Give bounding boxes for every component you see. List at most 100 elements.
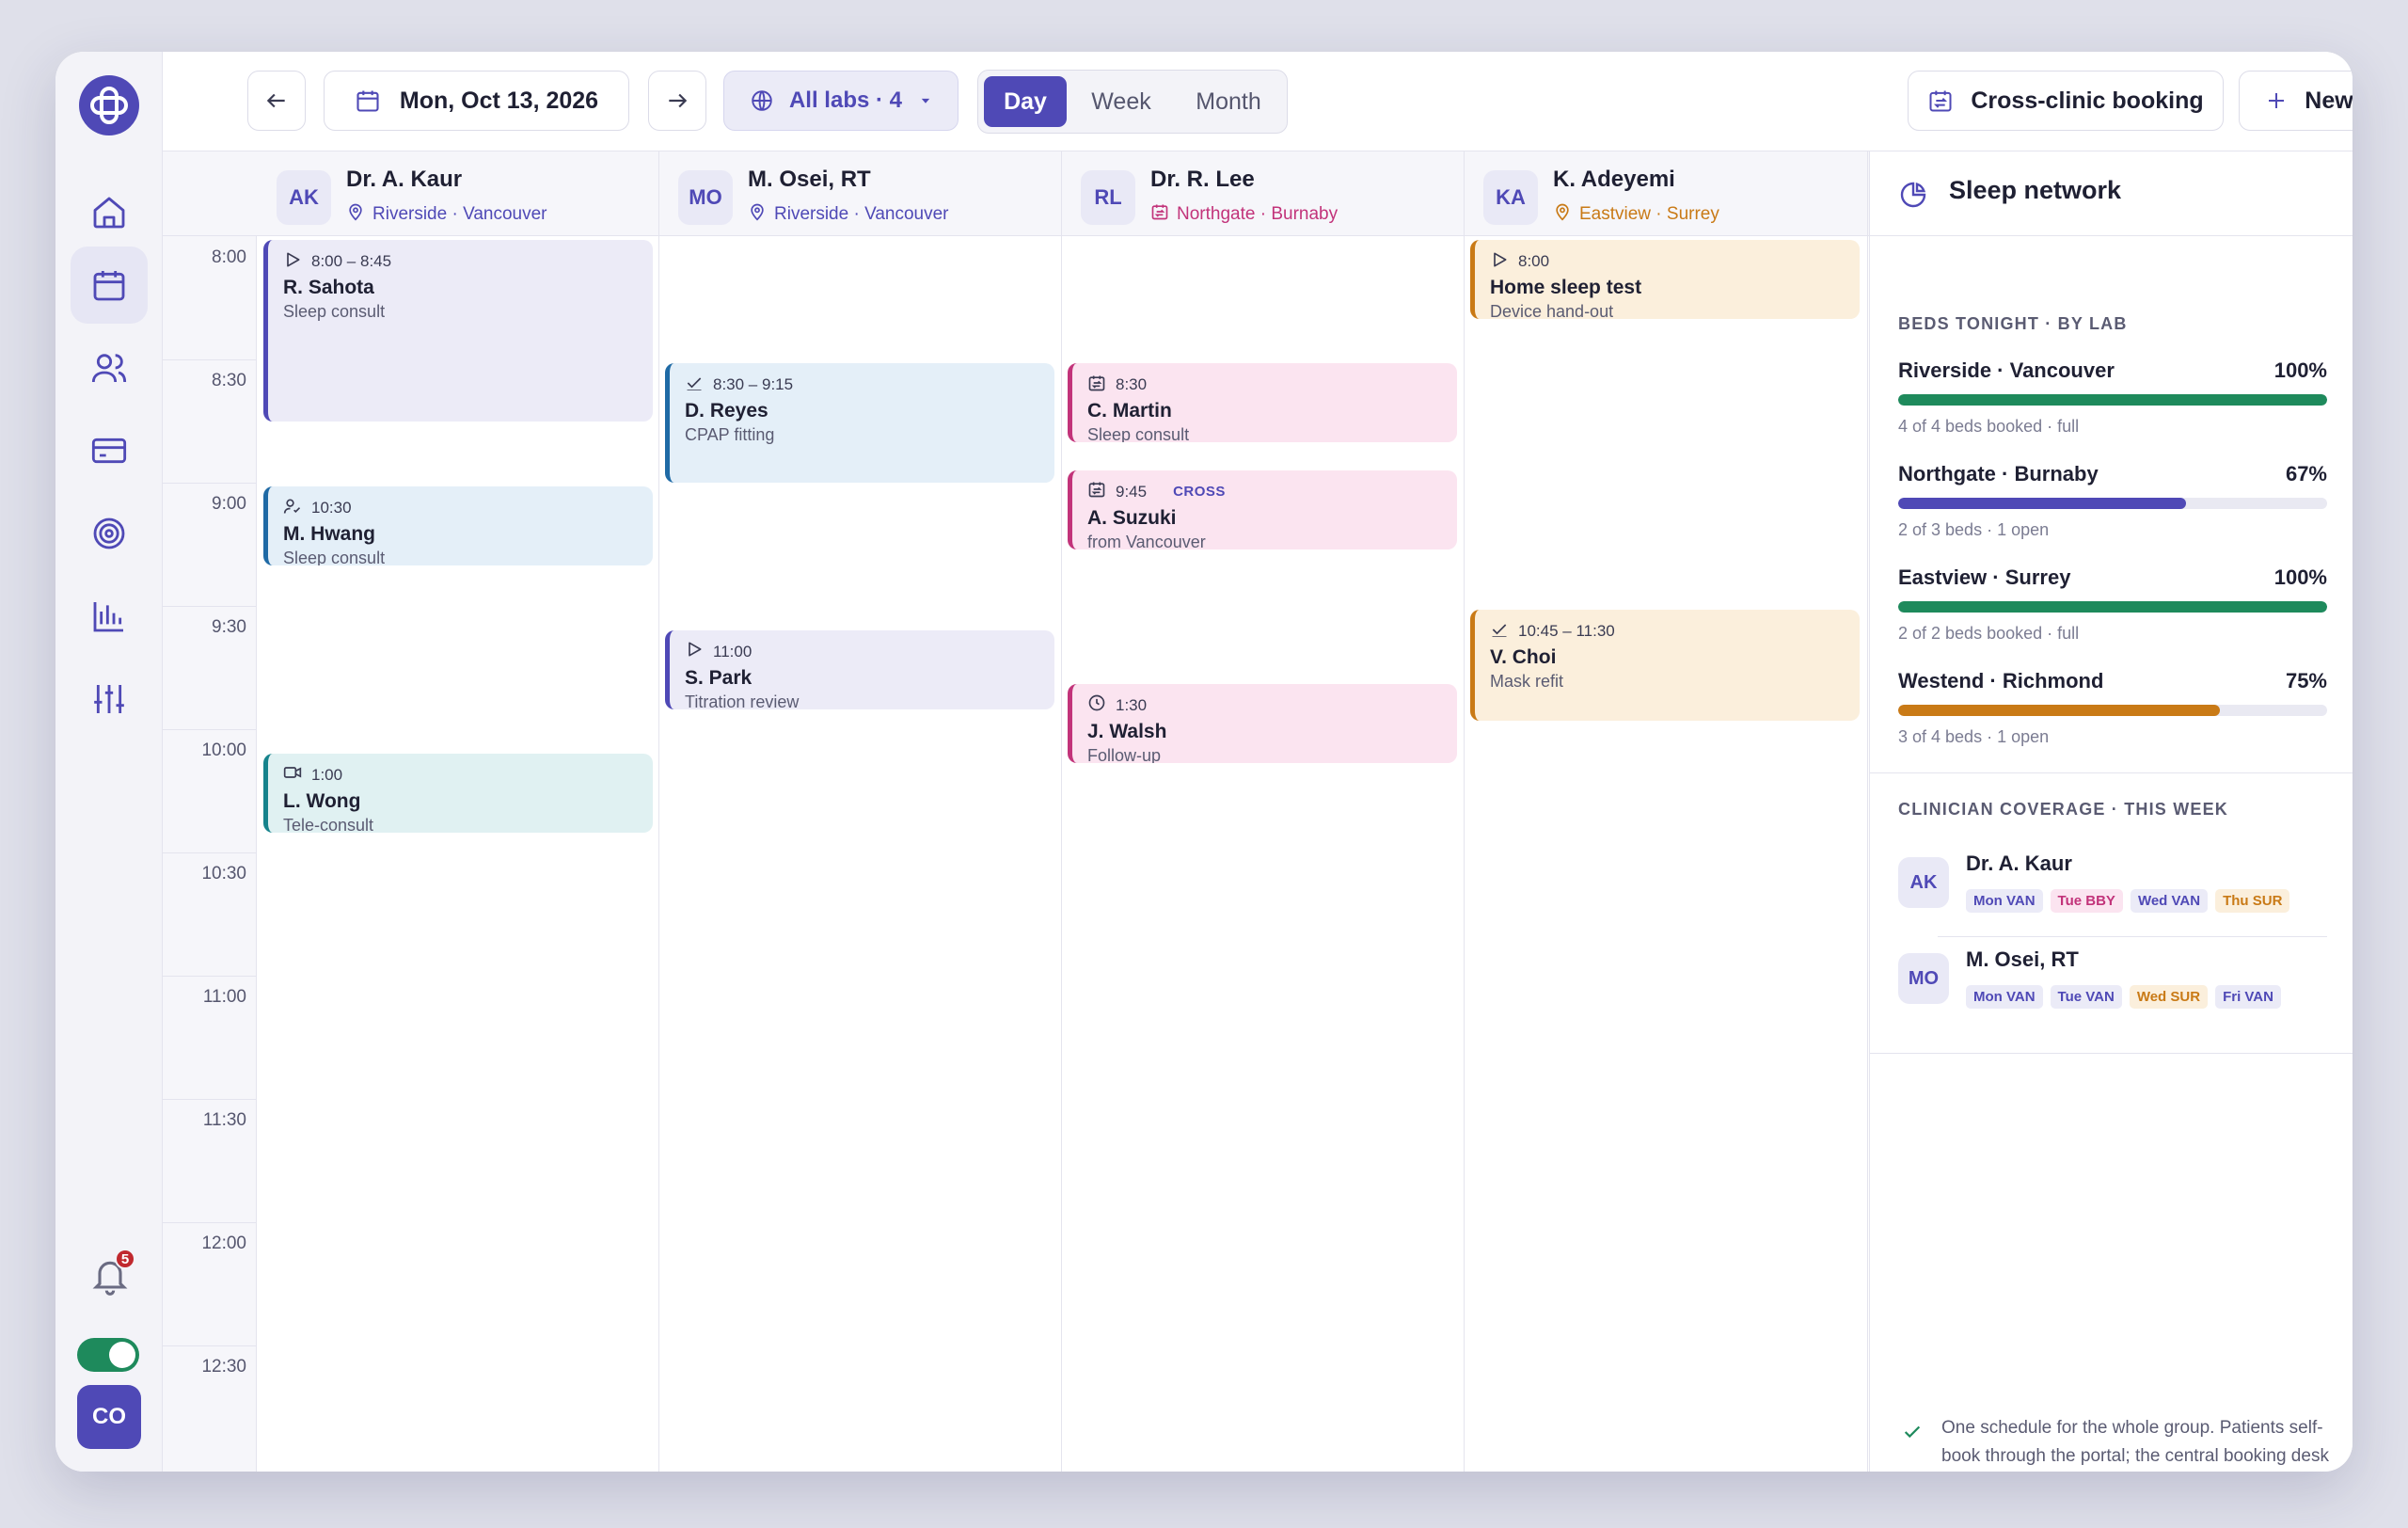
app-logo[interactable]	[79, 75, 139, 135]
app-window: 5 CO Mon, Oct 13, 2026 All labs · 4 Day …	[55, 52, 2353, 1472]
appointment-time: 8:30	[1087, 374, 1457, 395]
coverage-day-chip: Mon VAN	[1966, 889, 2043, 913]
patient-name: Home sleep test	[1490, 277, 1642, 298]
labs-filter-dropdown[interactable]: All labs · 4	[723, 71, 958, 131]
clinician-coverage-row[interactable]: MO M. Osei, RT Mon VAN Tue VAN Wed SUR Fri …	[1898, 944, 2327, 1023]
time-gridline	[163, 1345, 257, 1346]
patient-name: M. Hwang	[283, 523, 375, 545]
appointment-card[interactable]: 8:00 Home sleep test Device hand-out	[1470, 240, 1860, 319]
clinician-column-header[interactable]: RL Dr. R. Lee Northgate · Burnaby	[1062, 151, 1463, 236]
top-toolbar: Mon, Oct 13, 2026 All labs · 4 Day Week …	[163, 52, 2353, 151]
arrow-left-icon	[266, 93, 285, 108]
occupancy-bar-fill	[1898, 498, 2186, 509]
play-icon	[1490, 250, 1509, 274]
next-day-button[interactable]	[648, 71, 706, 131]
time-gridline	[163, 606, 257, 607]
current-date-label: Mon, Oct 13, 2026	[399, 87, 599, 114]
clinician-avatar: AK	[277, 170, 331, 225]
view-week-tab[interactable]: Week	[1072, 76, 1170, 127]
coverage-day-chip: Wed VAN	[2130, 889, 2209, 913]
column-divider	[658, 151, 659, 1472]
time-slot-label: 10:00	[201, 740, 246, 760]
view-month-tab[interactable]: Month	[1176, 76, 1281, 127]
clinician-column-header[interactable]: AK Dr. A. Kaur Riverside · Vancouver	[258, 151, 658, 236]
time-gridline	[163, 1099, 257, 1100]
cross-clinic-booking-label: Cross-clinic booking	[1971, 87, 2204, 114]
lab-beds-note: 2 of 3 beds · 1 open	[1898, 520, 2050, 539]
lab-occupancy-row[interactable]: Westend · Richmond 75% 3 of 4 beds · 1 o…	[1898, 669, 2327, 754]
column-divider	[1867, 151, 1868, 1472]
appointment-time-label: 8:00 – 8:45	[311, 252, 392, 270]
nav-billing-card-icon[interactable]	[71, 412, 148, 489]
appointment-time-label: 10:45 – 11:30	[1518, 622, 1615, 640]
prev-day-button[interactable]	[247, 71, 306, 131]
lab-beds-note: 4 of 4 beds booked · full	[1898, 417, 2080, 436]
lab-occupancy-percent: 100%	[2273, 358, 2327, 382]
cross-clinic-tag: CROSS	[1173, 484, 1226, 501]
lab-occupancy-row[interactable]: Riverside · Vancouver 100% 4 of 4 beds b…	[1898, 358, 2327, 443]
clinician-avatar: AK	[1898, 857, 1949, 908]
lab-beds-note: 2 of 2 beds booked · full	[1898, 624, 2080, 643]
time-slot-label: 11:30	[202, 1110, 246, 1130]
clinician-name: Dr. R. Lee	[1150, 167, 1255, 192]
appointment-card[interactable]: 8:00 – 8:45 R. Sahota Sleep consult	[263, 240, 653, 422]
time-slot-label: 9:00	[212, 494, 246, 514]
nav-target-icon[interactable]	[71, 495, 148, 572]
availability-toggle[interactable]	[77, 1338, 139, 1372]
patient-name: S. Park	[685, 666, 752, 689]
pin-icon	[1553, 202, 1572, 227]
time-slot-label: 11:00	[202, 987, 246, 1007]
cross-clinic-booking-button[interactable]: Cross-clinic booking	[1908, 71, 2224, 131]
clinician-coverage-row[interactable]: AK Dr. A. Kaur Mon VAN Tue BBY Wed VAN Thu …	[1898, 848, 2327, 927]
patient-name: A. Suzuki	[1087, 506, 1177, 529]
appointment-card[interactable]: 8:30 – 9:15 D. Reyes CPAP fitting	[665, 363, 1054, 483]
time-slot-label: 8:00	[212, 247, 246, 267]
lab-name: Riverside · Vancouver	[1898, 358, 2115, 382]
sidebar: 5 CO	[55, 52, 163, 1472]
occupancy-bar-fill	[1898, 705, 2220, 716]
beds-section-title: BEDS TONIGHT · BY LAB	[1898, 314, 2128, 333]
pie-chart-icon	[1900, 182, 1926, 208]
time-gridline	[163, 729, 257, 730]
check-icon	[1490, 620, 1509, 644]
lab-beds-note: 3 of 4 beds · 1 open	[1898, 727, 2050, 746]
clinician-location-label: Riverside · Vancouver	[774, 204, 949, 224]
date-picker-button[interactable]: Mon, Oct 13, 2026	[324, 71, 629, 131]
appointment-type: Sleep consult	[283, 302, 386, 321]
appointment-card[interactable]: 9:45 CROSS A. Suzuki from Vancouver	[1068, 470, 1457, 549]
lab-occupancy-row[interactable]: Northgate · Burnaby 67% 2 of 3 beds · 1 …	[1898, 462, 2327, 547]
user-avatar[interactable]: CO	[77, 1385, 141, 1449]
view-switcher: Day Week Month	[977, 70, 1288, 134]
lab-occupancy-row[interactable]: Eastview · Surrey 100% 2 of 2 beds booke…	[1898, 565, 2327, 650]
clinician-location-label: Riverside · Vancouver	[372, 204, 547, 224]
nav-home-icon[interactable]	[71, 174, 148, 251]
caret-down-icon	[921, 98, 930, 103]
appointment-card[interactable]: 1:00 L. Wong Tele-consult	[263, 753, 653, 833]
coverage-day-chip: Tue BBY	[2050, 889, 2123, 913]
appointment-card[interactable]: 8:30 C. Martin Sleep consult	[1068, 363, 1457, 442]
appointment-type: Tele-consult	[283, 815, 374, 833]
clinician-avatar: MO	[678, 170, 733, 225]
occupancy-bar	[1898, 705, 2327, 716]
clinician-name: Dr. A. Kaur	[1966, 852, 2072, 875]
nav-patients-icon[interactable]	[71, 329, 148, 406]
clinician-column-header[interactable]: KA K. Adeyemi Eastview · Surrey	[1465, 151, 1865, 236]
play-icon	[685, 640, 704, 663]
nav-settings-sliders-icon[interactable]	[71, 661, 148, 738]
new-appointment-button[interactable]: New	[2239, 71, 2353, 131]
appointment-card[interactable]: 1:30 J. Walsh Follow-up	[1068, 683, 1457, 763]
calendar-transfer-icon	[1929, 90, 1952, 112]
nav-calendar-icon[interactable]	[71, 247, 148, 324]
clinician-location-label: Northgate · Burnaby	[1177, 204, 1339, 224]
appointment-card[interactable]: 11:00 S. Park Titration review	[665, 629, 1054, 709]
column-divider	[1061, 151, 1062, 1472]
clinician-column-header[interactable]: MO M. Osei, RT Riverside · Vancouver	[659, 151, 1060, 236]
view-day-tab[interactable]: Day	[984, 76, 1067, 127]
nav-reports-chart-icon[interactable]	[71, 578, 148, 655]
appointment-card[interactable]: 10:45 – 11:30 V. Choi Mask refit	[1470, 610, 1860, 722]
appointment-time: 10:30	[283, 498, 653, 518]
appointment-card[interactable]: 10:30 M. Hwang Sleep consult	[263, 486, 653, 565]
pin-icon	[748, 202, 767, 227]
clinician-location-label: Eastview · Surrey	[1579, 204, 1719, 224]
panel-header: Sleep network	[1870, 151, 2353, 236]
